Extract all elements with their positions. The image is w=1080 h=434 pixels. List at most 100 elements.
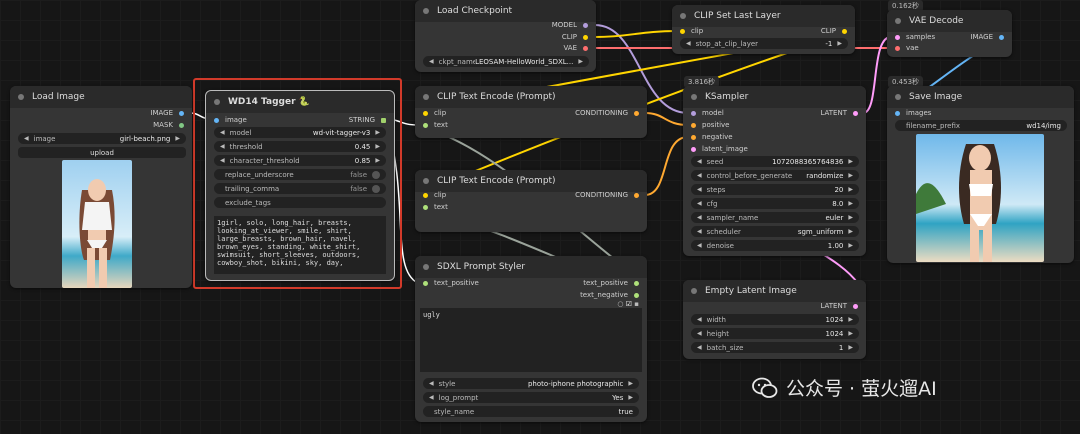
wd14-tagger-node[interactable]: WD14 Tagger 🐍 image STRING ◀ model wd-vit-… <box>205 90 395 281</box>
empty-latent-header[interactable]: Empty Latent Image <box>683 280 866 302</box>
width-widget[interactable]: ◀ width 1024 ▶ <box>691 314 859 325</box>
clip-text-encode-node-1[interactable]: CLIP Text Encode (Prompt) clip text COND… <box>415 86 647 138</box>
input-image[interactable]: image <box>214 116 247 124</box>
output-conditioning[interactable]: CONDITIONING <box>575 109 639 117</box>
arrow-right-icon[interactable]: ▶ <box>848 172 853 179</box>
image-output-pin[interactable] <box>179 110 184 116</box>
sampler-name-widget[interactable]: ◀ sampler_name euler ▶ <box>691 212 859 223</box>
vae-decode-header[interactable]: VAE Decode <box>887 10 1012 32</box>
images-input-pin[interactable] <box>895 110 900 116</box>
checkpoint-header[interactable]: Load Checkpoint <box>415 0 596 22</box>
model-widget[interactable]: ◀ model wd-vit-tagger-v3 ▶ <box>214 127 386 138</box>
input-model[interactable]: model <box>691 109 724 117</box>
arrow-right-icon[interactable]: ▶ <box>837 40 842 47</box>
exclude-tags-field[interactable]: exclude_tags <box>214 197 386 208</box>
latent-output-pin[interactable] <box>853 110 858 116</box>
clip-encode-1-header[interactable]: CLIP Text Encode (Prompt) <box>415 86 647 108</box>
output-clip[interactable]: CLIP <box>821 27 847 35</box>
input-positive[interactable]: positive <box>691 121 729 129</box>
conditioning-output-pin[interactable] <box>634 192 639 198</box>
output-mask[interactable]: MASK <box>153 121 184 129</box>
stop-at-clip-layer-widget[interactable]: ◀ stop_at_clip_layer -1 ▶ <box>680 38 848 49</box>
clip-input-pin[interactable] <box>680 28 685 34</box>
model-input-pin[interactable] <box>691 110 696 116</box>
conditioning-output-pin[interactable] <box>634 110 639 116</box>
style-widget[interactable]: ◀ style photo-iphone photographic ▶ <box>423 378 639 389</box>
clip-set-last-layer-node[interactable]: CLIP Set Last Layer clip CLIP ◀ stop_at_c… <box>672 5 855 54</box>
output-image[interactable]: IMAGE <box>150 109 184 117</box>
model-output-pin[interactable] <box>583 22 588 28</box>
toggle-knob-icon[interactable] <box>372 184 380 193</box>
sdxl-prompt-styler-node[interactable]: SDXL Prompt Styler text_positive text_po… <box>415 256 647 422</box>
text-positive-input-pin[interactable] <box>423 280 428 286</box>
output-text-negative[interactable]: text_negative <box>580 291 639 299</box>
empty-latent-image-node[interactable]: Empty Latent Image LATENT ◀ width 1024 ▶ ◀ h… <box>683 280 866 359</box>
arrow-right-icon[interactable]: ▶ <box>628 380 633 387</box>
arrow-right-icon[interactable]: ▶ <box>848 214 853 221</box>
arrow-right-icon[interactable]: ▶ <box>175 135 180 142</box>
styler-badges[interactable]: ○ ☑ ▪ <box>617 300 639 308</box>
wd14-header[interactable]: WD14 Tagger 🐍 <box>206 91 394 113</box>
arrow-right-icon[interactable]: ▶ <box>848 330 853 337</box>
styler-header[interactable]: SDXL Prompt Styler <box>415 256 647 278</box>
vae-input-pin[interactable] <box>895 45 900 51</box>
output-latent[interactable]: LATENT <box>820 302 858 310</box>
output-conditioning[interactable]: CONDITIONING <box>575 191 639 199</box>
character-threshold-widget[interactable]: ◀ character_threshold 0.85 ▶ <box>214 155 386 166</box>
input-text-positive[interactable]: text_positive <box>423 279 479 287</box>
text-input-pin[interactable] <box>423 122 428 128</box>
output-clip[interactable]: CLIP <box>562 33 588 41</box>
text-negative-output-pin[interactable] <box>634 292 639 298</box>
toggle-knob-icon[interactable] <box>372 170 380 179</box>
spinner-icon[interactable]: ○ <box>617 300 623 308</box>
tags-output-text[interactable]: 1girl, solo, long_hair, breasts, looking… <box>214 216 386 274</box>
log-prompt-widget[interactable]: ◀ log_prompt Yes ▶ <box>423 392 639 403</box>
arrow-right-icon[interactable]: ▶ <box>848 186 853 193</box>
arrow-right-icon[interactable]: ▶ <box>578 58 583 65</box>
input-latent-image[interactable]: latent_image <box>691 145 748 153</box>
input-text[interactable]: text <box>423 121 448 129</box>
clip-output-pin[interactable] <box>583 34 588 40</box>
clip-input-pin[interactable] <box>423 192 428 198</box>
input-samples[interactable]: samples <box>895 33 935 41</box>
save-image-node[interactable]: Save Image images filename_prefix wd14/im… <box>887 86 1074 263</box>
image-input-pin[interactable] <box>214 117 219 123</box>
ksampler-node[interactable]: KSampler model positive negative latent_… <box>683 86 866 256</box>
negative-prompt-text[interactable]: ugly <box>420 308 642 372</box>
input-clip[interactable]: clip <box>680 27 703 35</box>
negative-input-pin[interactable] <box>691 134 696 140</box>
output-model[interactable]: MODEL <box>552 21 588 29</box>
check-icon[interactable]: ☑ <box>626 300 632 308</box>
samples-input-pin[interactable] <box>895 34 900 40</box>
output-image[interactable]: IMAGE <box>970 33 1004 41</box>
clip-encode-2-header[interactable]: CLIP Text Encode (Prompt) <box>415 170 647 192</box>
arrow-right-icon[interactable]: ▶ <box>848 158 853 165</box>
threshold-widget[interactable]: ◀ threshold 0.45 ▶ <box>214 141 386 152</box>
latent-input-pin[interactable] <box>691 146 696 152</box>
arrow-right-icon[interactable]: ▶ <box>848 316 853 323</box>
filename-prefix-widget[interactable]: filename_prefix wd14/img <box>895 120 1067 131</box>
clip-text-encode-node-2[interactable]: CLIP Text Encode (Prompt) clip text COND… <box>415 170 647 232</box>
cfg-widget[interactable]: ◀ cfg 8.0 ▶ <box>691 198 859 209</box>
input-clip[interactable]: clip <box>423 191 446 199</box>
input-clip[interactable]: clip <box>423 109 446 117</box>
arrow-right-icon[interactable]: ▶ <box>848 242 853 249</box>
load-image-node[interactable]: Load Image IMAGE MASK ◀ image girl-beach.p… <box>10 86 192 288</box>
mask-output-pin[interactable] <box>179 122 184 128</box>
string-output-pin[interactable] <box>381 117 386 123</box>
load-image-header[interactable]: Load Image <box>10 86 192 108</box>
batch-size-widget[interactable]: ◀ batch_size 1 ▶ <box>691 342 859 353</box>
output-latent[interactable]: LATENT <box>820 109 858 117</box>
ckpt-name-widget[interactable]: ◀ ckpt_name LEOSAM-HelloWorld_SDXL... ▶ <box>423 56 589 67</box>
input-vae[interactable]: vae <box>895 44 919 52</box>
arrow-right-icon[interactable]: ▶ <box>375 157 380 164</box>
text-input-pin[interactable] <box>423 204 428 210</box>
lock-icon[interactable]: ▪ <box>634 300 639 308</box>
text-positive-output-pin[interactable] <box>634 280 639 286</box>
positive-input-pin[interactable] <box>691 122 696 128</box>
style-name-widget[interactable]: style_name true <box>423 406 639 417</box>
clip-input-pin[interactable] <box>423 110 428 116</box>
vae-decode-node[interactable]: VAE Decode samples vae IMAGE <box>887 10 1012 57</box>
scheduler-widget[interactable]: ◀ scheduler sgm_uniform ▶ <box>691 226 859 237</box>
input-negative[interactable]: negative <box>691 133 733 141</box>
